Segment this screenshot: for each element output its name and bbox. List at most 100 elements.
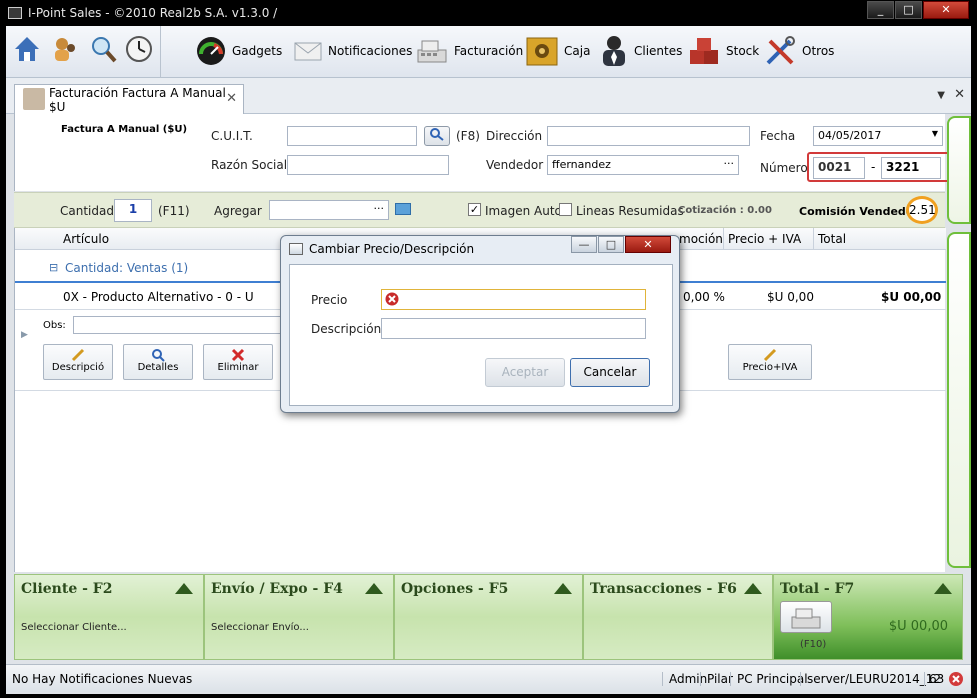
tab-facturacion[interactable]: Facturación Factura A Manual $U ✕ [14, 84, 244, 114]
tab-close-all-icon[interactable]: ✕ [954, 87, 965, 102]
fecha-datepicker[interactable]: 04/05/2017 ▼ [813, 126, 943, 146]
checkout-button[interactable] [780, 601, 832, 633]
total-amount: $U 00,00 [888, 619, 948, 634]
panel-opciones[interactable]: Opciones - F5 [394, 574, 583, 660]
toolbar-divider [160, 26, 161, 78]
cuit-search-button[interactable] [424, 126, 450, 146]
descripcion-label: Descripción [311, 322, 382, 336]
descripcion-button[interactable]: Descripció [43, 344, 113, 380]
panel-cliente[interactable]: Cliente - F2 Seleccionar Cliente... [14, 574, 204, 660]
users-icon[interactable] [50, 34, 80, 64]
precio-iva-button[interactable]: Precio+IVA [728, 344, 812, 380]
f10-hint: (F10) [800, 639, 827, 650]
panel-envio[interactable]: Envío / Expo - F4 Seleccionar Envío... [204, 574, 394, 660]
lineas-resumidas-checkbox[interactable] [559, 203, 572, 216]
cancelar-button[interactable]: Cancelar [570, 358, 650, 387]
comision-badge: 2.51 [906, 196, 938, 224]
status-bar: No Hay Notificaciones Nuevas Admin Pilar… [6, 664, 971, 692]
side-panel-top[interactable] [947, 116, 971, 224]
precio-input[interactable] [381, 289, 646, 310]
vendedor-label: Vendedor [486, 158, 544, 172]
vendedor-picker-button[interactable]: ··· [724, 157, 735, 170]
col-total[interactable]: Total [813, 228, 946, 250]
dialog-close-button[interactable]: ✕ [625, 236, 671, 253]
razon-social-input[interactable] [287, 155, 449, 175]
toolbar-clientes-label: Clientes [634, 44, 683, 58]
chevron-down-icon: ▼ [931, 129, 938, 138]
eliminar-button[interactable]: Eliminar [203, 344, 273, 380]
detalles-button-label: Detalles [137, 362, 179, 373]
expand-up-icon[interactable] [365, 583, 383, 594]
dialog-maximize-button[interactable]: □ [598, 236, 624, 253]
status-branch: Pilar [700, 672, 733, 686]
toolbar-facturacion-label: Facturación [454, 44, 524, 58]
toolbar-gadgets[interactable]: Gadgets [196, 36, 282, 66]
group-collapse-icon[interactable]: ⊟ [49, 261, 58, 274]
dialog-window-icon [289, 243, 303, 255]
direccion-label: Dirección [486, 129, 543, 143]
toolbar-facturacion[interactable]: Facturación [416, 36, 523, 66]
main-toolbar: Gadgets Notificaciones Facturación Caja … [6, 26, 971, 78]
expand-up-icon[interactable] [934, 583, 952, 594]
form-heading: Factura A Manual ($U) [61, 124, 188, 135]
panel-total[interactable]: Total - F7 (F10) $U 00,00 [773, 574, 963, 660]
dialog-minimize-button[interactable]: — [571, 236, 597, 253]
expand-up-icon[interactable] [554, 583, 572, 594]
tab-list-chevron-icon[interactable]: ▼ [937, 90, 945, 101]
toolbar-otros[interactable]: Otros [764, 36, 834, 66]
search-icon[interactable] [88, 34, 118, 64]
agregar-picker-button[interactable]: ··· [374, 202, 385, 215]
toolbar-caja[interactable]: Caja [526, 36, 590, 66]
safe-icon [526, 37, 558, 66]
bottom-panels: Cliente - F2 Seleccionar Cliente... Enví… [14, 574, 963, 660]
toolbar-clientes[interactable]: Clientes [600, 36, 682, 66]
fecha-value: 04/05/2017 [818, 129, 882, 142]
clock-icon[interactable] [124, 34, 154, 64]
window-title: I-Point Sales - ©2010 Real2b S.A. v1.3.0… [28, 6, 278, 20]
panel-transacciones-title: Transacciones - F6 [590, 581, 737, 597]
precio-label: Precio [311, 293, 348, 307]
grid-header-spacer [15, 228, 33, 250]
aceptar-button[interactable]: Aceptar [485, 358, 565, 387]
vendedor-value: ffernandez [552, 158, 611, 171]
direccion-input[interactable] [547, 126, 750, 146]
search-icon [430, 128, 444, 141]
close-button[interactable]: ✕ [923, 1, 969, 19]
error-icon[interactable] [948, 671, 964, 687]
numero-serie-input[interactable]: 0021 [813, 157, 865, 179]
comision-label: Comisión Vendedor [799, 205, 919, 218]
detalles-button[interactable]: Detalles [123, 344, 193, 380]
image-icon[interactable] [395, 203, 411, 215]
cotizacion-text: Cotización : 0.00 [678, 205, 772, 216]
maximize-button[interactable]: □ [895, 1, 922, 19]
col-precio-iva[interactable]: Precio + IVA [723, 228, 813, 250]
expand-up-icon[interactable] [175, 583, 193, 594]
status-server: server/LEURU2014_12 [800, 672, 941, 686]
status-pc: PC Principal [730, 672, 808, 686]
imagen-auto-checkbox[interactable]: ✓ [468, 203, 481, 216]
obs-input[interactable] [73, 316, 293, 334]
row-expand-icon[interactable]: ▶ [21, 330, 28, 340]
agregar-input[interactable]: ··· [269, 200, 389, 220]
descripcion-button-label: Descripció [51, 362, 105, 373]
toolbar-stock[interactable]: Stock [688, 36, 759, 66]
toolbar-notificaciones[interactable]: Notificaciones [294, 36, 412, 66]
agregar-label: Agregar [214, 204, 262, 218]
tab-close-icon[interactable]: ✕ [226, 91, 237, 106]
descripcion-input[interactable] [381, 318, 646, 339]
col-promocion[interactable]: moción [675, 228, 723, 250]
expand-up-icon[interactable] [744, 583, 762, 594]
notifications-status: No Hay Notificaciones Nuevas [12, 672, 193, 686]
pencil-icon [763, 348, 777, 362]
panel-transacciones[interactable]: Transacciones - F6 [583, 574, 773, 660]
vendedor-input[interactable]: ffernandez ··· [547, 155, 739, 175]
obs-label: Obs: [43, 320, 66, 331]
numero-input[interactable]: 3221 [881, 157, 941, 179]
numero-separator: - [871, 160, 876, 174]
app-icon [8, 7, 22, 19]
cuit-input[interactable] [287, 126, 417, 146]
side-panel-bottom[interactable] [947, 232, 971, 568]
minimize-button[interactable]: _ [867, 1, 894, 19]
home-icon[interactable] [12, 34, 42, 64]
cantidad-input[interactable]: 1 [114, 199, 152, 222]
